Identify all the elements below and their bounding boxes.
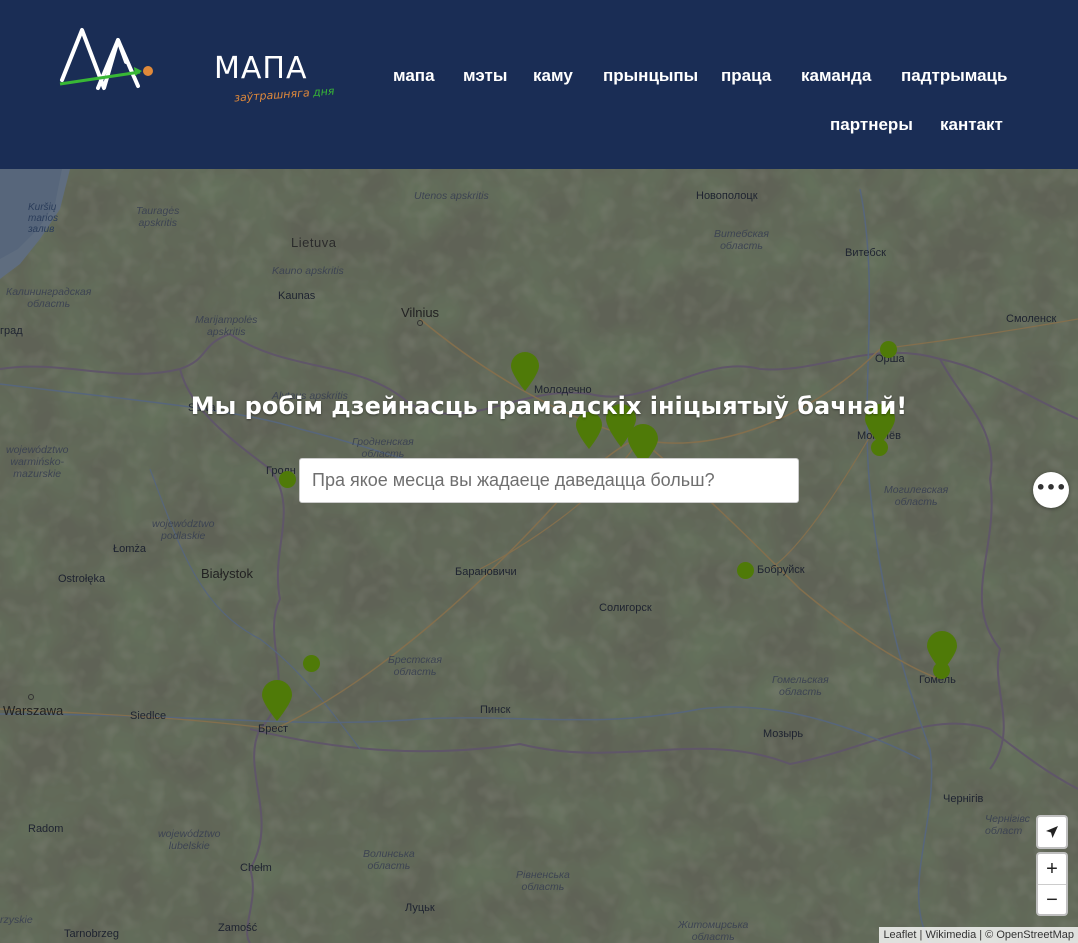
map-label-grodno-oblast: Гродненская область <box>352 436 414 460</box>
site-header: МАПА заўтрашняга дня мапа мэты каму прын… <box>0 0 1078 169</box>
map-label-vitebsk: Витебск <box>845 247 886 259</box>
logo-tagline-b: дня <box>312 84 335 99</box>
map-dim-overlay <box>0 169 1078 943</box>
map-label-bialystok: Białystok <box>201 566 254 581</box>
nav-item-padtrymats[interactable]: падтрымаць <box>901 66 1007 86</box>
attribution-separator: | <box>919 929 923 941</box>
attribution-separator: | <box>979 929 983 941</box>
map-label-chelm: Chełm <box>240 862 272 874</box>
map-label-zhytomyr: Житомирська область <box>678 919 749 943</box>
map-cluster-marker[interactable] <box>279 471 296 488</box>
map-label-chernigov-oblast: Чернігівс област <box>985 813 1030 837</box>
map-label-kaunas-apskritis: Kauno apskritis <box>272 265 344 277</box>
zoom-out-button[interactable]: − <box>1038 884 1066 914</box>
attribution-leaflet-link[interactable]: Leaflet <box>883 929 916 941</box>
map-label-grad: град <box>0 325 23 337</box>
map-label-volyn: Волинська область <box>363 848 415 872</box>
map-label-podlaskie: województwo podlaskie <box>152 518 215 542</box>
map-label-bobruisk: Бобруйск <box>757 564 805 576</box>
nav-item-kantakt[interactable]: кантакт <box>940 115 1003 135</box>
map-label-brest-oblast: Брестская область <box>388 654 442 678</box>
map-label-utenos: Utenos apskritis <box>414 190 489 202</box>
logo-wordmark: МАПА <box>214 51 308 86</box>
map-label-vilnius: Vilnius <box>401 305 440 320</box>
location-arrow-icon <box>1046 826 1058 838</box>
map-label-lietuva: Lietuva <box>291 235 337 250</box>
map-label-siedlce: Siedlce <box>130 710 167 722</box>
search-input[interactable] <box>299 458 799 503</box>
hero-title: Мы робім дзейнасць грамадскіх ініцыятыў … <box>190 392 908 420</box>
zoom-control: + − <box>1036 852 1068 916</box>
map-pin-marker[interactable] <box>510 352 540 392</box>
locate-button[interactable] <box>1038 817 1066 847</box>
map-label-novopolotsk: Новополоцк <box>696 190 758 202</box>
city-dot-vilnius <box>417 320 423 326</box>
map-label-kaliningrad-oblast: Калининградская область <box>6 286 92 310</box>
map-label-marijampoles: Marijampolės apskritis <box>195 314 258 338</box>
map-label-smolensk: Смоленск <box>1006 313 1057 325</box>
nav-item-partnery[interactable]: партнеры <box>830 115 913 135</box>
logo-mark <box>59 28 153 90</box>
site-logo[interactable]: МАПА заўтрашняга дня <box>56 22 335 104</box>
locate-control <box>1036 815 1068 849</box>
nav-item-mety[interactable]: мэты <box>463 66 507 86</box>
nav-item-pratsa[interactable]: праца <box>721 66 771 86</box>
nav-item-kamu[interactable]: каму <box>533 66 573 86</box>
map-label-pinsk: Пинск <box>480 704 511 716</box>
map-label-brest: Брест <box>258 723 288 735</box>
map-label-mogilev-oblast: Могилевская область <box>884 484 949 508</box>
map-cluster-marker[interactable] <box>303 655 320 672</box>
nav-item-pryntsypy[interactable]: прынцыпы <box>603 66 698 86</box>
attribution-wikimedia-link[interactable]: Wikimedia <box>925 929 976 941</box>
logo-tagline-a: заўтрашняга <box>233 86 311 105</box>
zoom-in-button[interactable]: + <box>1038 854 1066 884</box>
map-container[interactable] <box>0 169 1078 943</box>
more-options-button[interactable]: ••• <box>1033 472 1069 508</box>
map-cluster-marker[interactable] <box>880 341 897 358</box>
attribution-osm-link[interactable]: © OpenStreetMap <box>985 929 1074 941</box>
map-label-vitebsk-oblast: Витебская область <box>714 228 769 252</box>
map-cluster-marker[interactable] <box>737 562 754 579</box>
map-label-lubelskie: województwo lubelskie <box>158 828 221 852</box>
map-label-soligorsk: Солигорск <box>599 602 652 614</box>
map-label-lomza: Łomża <box>113 543 147 555</box>
map-pin-marker[interactable] <box>261 680 293 722</box>
map-label-taurages: Tauragės apskritis <box>136 205 180 229</box>
map-label-chernigov: Чернігів <box>943 793 984 805</box>
map-label-tarnobrzeg: Tarnobrzeg <box>64 928 120 940</box>
map-label-baranovichi: Барановичи <box>455 566 517 578</box>
map-label-rivne: Рівненська область <box>516 869 570 893</box>
nav-item-kamanda[interactable]: каманда <box>801 66 871 86</box>
map-label-ostroleka: Ostrołęka <box>58 573 106 585</box>
city-dot-warszawa <box>28 694 34 700</box>
map-label-gomel-oblast: Гомельская область <box>772 674 829 698</box>
map-label-kursiu: Kuršių marios залив <box>28 202 59 235</box>
map-cluster-marker[interactable] <box>871 439 888 456</box>
map-cluster-marker[interactable] <box>933 662 950 679</box>
map-label-radom: Radom <box>28 823 64 835</box>
map-label-zamosc: Zamość <box>218 922 258 934</box>
nav-item-mapa[interactable]: мапа <box>393 66 435 86</box>
map-label-kaunas: Kaunas <box>278 290 316 302</box>
map-attribution: Leaflet | Wikimedia | © OpenStreetMap <box>879 927 1078 943</box>
map-label-krzyskie: rzyskie <box>0 914 33 926</box>
map-label-lutsk: Луцьк <box>405 902 435 914</box>
map-label-mozyr: Мозырь <box>763 728 804 740</box>
logo-tagline: заўтрашняга дня <box>234 85 335 105</box>
map-label-warszawa: Warszawa <box>3 703 64 718</box>
map-label-warminsko: województwo warmińsko- mazurskie <box>6 444 69 480</box>
